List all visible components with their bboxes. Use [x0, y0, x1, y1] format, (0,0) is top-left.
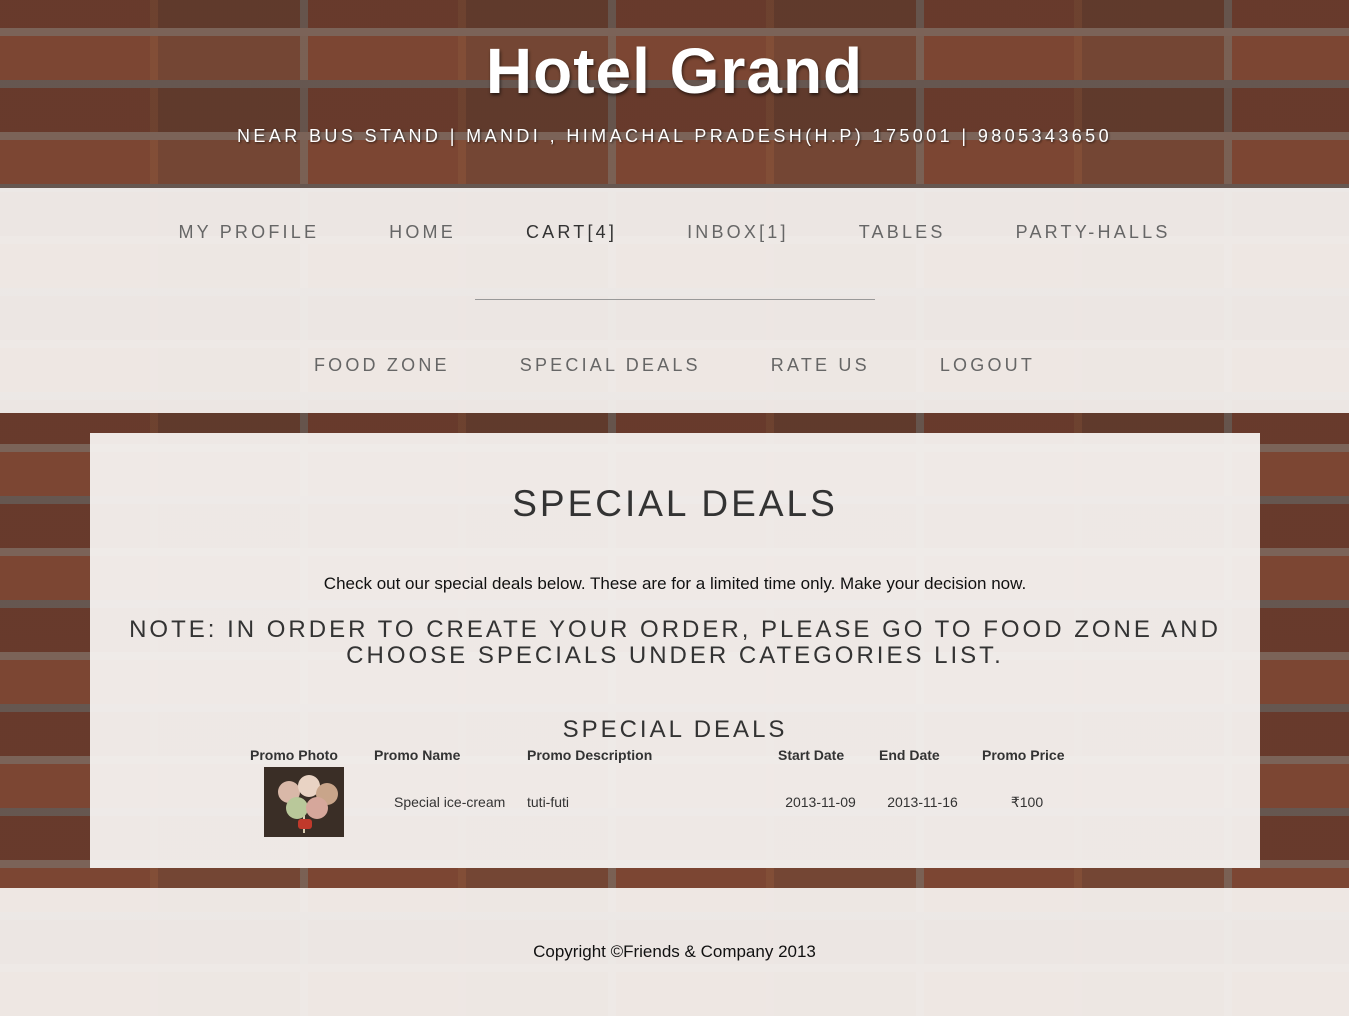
- col-end-date: End Date: [879, 747, 940, 763]
- intro-text: Check out our special deals below. These…: [323, 574, 1027, 593]
- col-promo-price: Promo Price: [982, 747, 1065, 763]
- col-promo-photo: Promo Photo: [250, 747, 338, 763]
- promo-photo-cell: [242, 765, 366, 839]
- nav-food-zone[interactable]: FOOD ZONE: [314, 355, 450, 376]
- nav-special-deals[interactable]: SPECIAL DEALS: [520, 355, 701, 376]
- nav-rate-us[interactable]: RATE US: [771, 355, 870, 376]
- special-deals-table: Promo Photo Promo Name Promo Description…: [242, 745, 1080, 839]
- col-promo-name: Promo Name: [374, 747, 461, 763]
- copyright-text: Copyright ©Friends & Company 2013: [533, 942, 816, 961]
- nav-cart[interactable]: CART[4]: [526, 222, 617, 243]
- site-header: Hotel Grand NEAR BUS STAND | MANDI , HIM…: [0, 0, 1349, 188]
- col-start-date: Start Date: [778, 747, 845, 763]
- promo-price-cell: ₹100: [1010, 793, 1044, 810]
- promo-description-cell: tuti-futi: [527, 794, 570, 810]
- table-header-row: Promo Photo Promo Name Promo Description…: [242, 745, 1080, 765]
- nav-party-halls[interactable]: PARTY-HALLS: [1016, 222, 1171, 243]
- promo-name-cell: Special ice-cream: [394, 794, 506, 810]
- order-note: NOTE: IN ORDER TO CREATE YOUR ORDER, PLE…: [129, 616, 1221, 669]
- nav-inbox[interactable]: INBOX[1]: [687, 222, 789, 243]
- end-date-cell: 2013-11-16: [887, 794, 958, 810]
- ice-cream-photo[interactable]: [264, 767, 344, 837]
- nav-row-secondary: FOOD ZONE SPECIAL DEALS RATE US LOGOUT: [0, 355, 1349, 376]
- hotel-title: Hotel Grand: [485, 35, 864, 107]
- page-title: SPECIAL DEALS: [512, 483, 838, 524]
- table-row: Special ice-cream tuti-futi 2013-11-09 2…: [242, 765, 1080, 839]
- site-footer: Copyright ©Friends & Company 2013: [0, 888, 1349, 1016]
- nav-divider: [475, 299, 875, 300]
- special-deals-panel: SPECIAL DEALS Check out our special deal…: [90, 433, 1260, 868]
- nav-row-primary: MY PROFILE HOME CART[4] INBOX[1] TABLES …: [0, 222, 1349, 243]
- table-title: SPECIAL DEALS: [562, 716, 788, 743]
- nav-my-profile[interactable]: MY PROFILE: [178, 222, 319, 243]
- nav-home[interactable]: HOME: [389, 222, 456, 243]
- hotel-address: NEAR BUS STAND | MANDI , HIMACHAL PRADES…: [237, 126, 1112, 146]
- nav-tables[interactable]: TABLES: [859, 222, 946, 243]
- start-date-cell: 2013-11-09: [785, 794, 856, 810]
- nav-logout[interactable]: LOGOUT: [940, 355, 1035, 376]
- col-promo-description: Promo Description: [527, 747, 653, 763]
